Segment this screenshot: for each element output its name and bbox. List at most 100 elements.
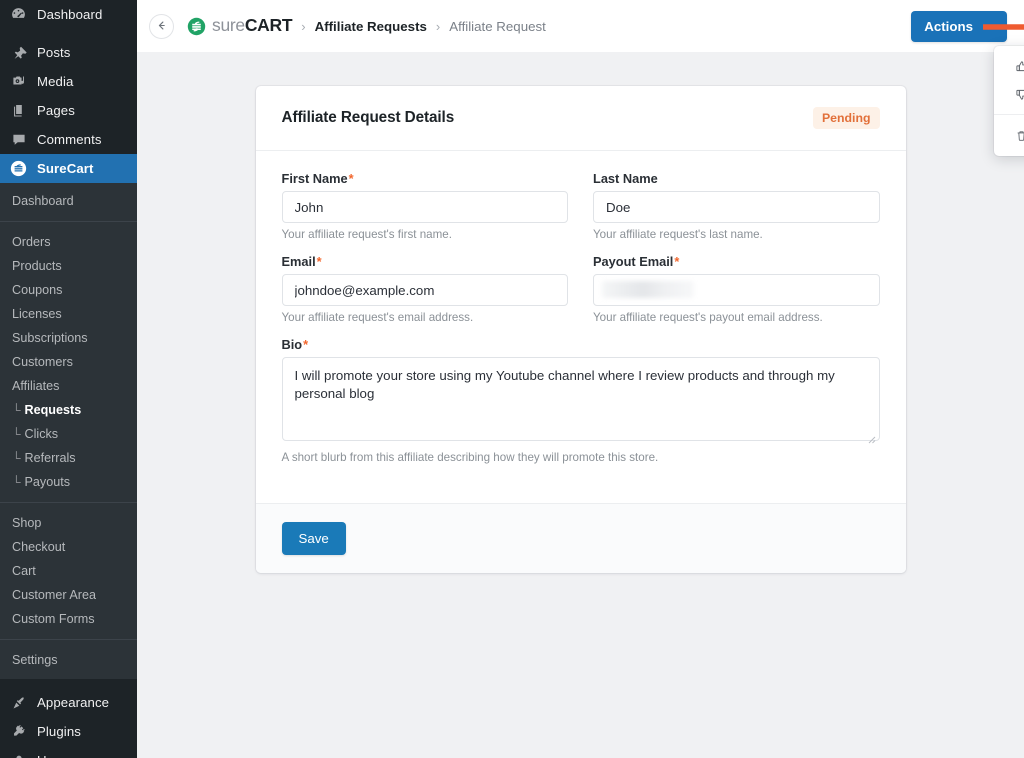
email-row: Email* Your affiliate request's email ad… bbox=[282, 254, 880, 337]
back-button[interactable] bbox=[149, 14, 174, 39]
last-name-group: Last Name Your affiliate request's last … bbox=[593, 171, 880, 254]
sidebar-item-label: Appearance bbox=[37, 695, 109, 710]
dropdown-item-approve[interactable]: Approve bbox=[994, 53, 1024, 80]
first-name-label: First Name* bbox=[282, 171, 569, 186]
dropdown-divider bbox=[994, 114, 1024, 115]
sidebar-item-label: Posts bbox=[37, 45, 70, 60]
first-name-help: Your affiliate request's first name. bbox=[282, 228, 569, 241]
sidebar-item-label: Pages bbox=[37, 103, 75, 118]
tree-elbow-icon: └ bbox=[12, 427, 21, 442]
breadcrumb-current: Affiliate Request bbox=[449, 19, 546, 34]
submenu-item-payouts[interactable]: └ Payouts bbox=[0, 470, 137, 494]
annotation-arrow-icon bbox=[983, 17, 1024, 37]
sidebar-item-label: Users bbox=[37, 753, 72, 758]
submenu-item-checkout[interactable]: Checkout bbox=[0, 535, 137, 559]
name-row: First Name* Your affiliate request's fir… bbox=[282, 171, 880, 254]
label-text: Email bbox=[282, 254, 316, 269]
payout-email-redacted-wrap bbox=[593, 274, 880, 306]
first-name-input[interactable] bbox=[282, 191, 569, 223]
wp-admin-sidebar: Dashboard Posts Media Pages Comments bbox=[0, 0, 137, 758]
surecart-logo[interactable]: sureCART bbox=[187, 17, 292, 36]
bio-help: A short blurb from this affiliate descri… bbox=[282, 451, 880, 464]
submenu-item-subscriptions[interactable]: Subscriptions bbox=[0, 326, 137, 350]
payout-email-group: Payout Email* Your affiliate request's p… bbox=[593, 254, 880, 337]
plugins-icon bbox=[9, 722, 28, 741]
brand-sure-text: sure bbox=[212, 15, 245, 35]
sidebar-item-label: Plugins bbox=[37, 724, 81, 739]
tree-elbow-icon: └ bbox=[12, 475, 21, 490]
breadcrumb-separator: › bbox=[301, 19, 305, 34]
sidebar-item-label: Dashboard bbox=[37, 7, 102, 22]
brand-cart-text: CART bbox=[245, 15, 292, 35]
required-marker: * bbox=[303, 337, 308, 352]
required-marker: * bbox=[317, 254, 322, 269]
submenu-item-custom-forms[interactable]: Custom Forms bbox=[0, 607, 137, 631]
label-text: First Name bbox=[282, 171, 348, 186]
submenu-item-label: Payouts bbox=[25, 474, 71, 490]
submenu-item-shop[interactable]: Shop bbox=[0, 511, 137, 535]
submenu-item-referrals[interactable]: └ Referrals bbox=[0, 446, 137, 470]
submenu-divider-2 bbox=[0, 502, 137, 503]
actions-dropdown-menu: Approve Deny Delete bbox=[994, 46, 1024, 156]
submenu-item-coupons[interactable]: Coupons bbox=[0, 278, 137, 302]
sidebar-item-media[interactable]: Media bbox=[0, 67, 137, 96]
payout-email-help: Your affiliate request's payout email ad… bbox=[593, 311, 880, 324]
submenu-item-settings[interactable]: Settings bbox=[0, 648, 137, 672]
submenu-item-licenses[interactable]: Licenses bbox=[0, 302, 137, 326]
submenu-item-requests[interactable]: └ Requests bbox=[0, 398, 137, 422]
save-button[interactable]: Save bbox=[282, 522, 346, 555]
email-label: Email* bbox=[282, 254, 569, 269]
breadcrumb-separator: › bbox=[436, 19, 440, 34]
main-region: sureCART › Affiliate Requests › Affiliat… bbox=[137, 0, 1024, 758]
submenu-item-products[interactable]: Products bbox=[0, 254, 137, 278]
email-input[interactable] bbox=[282, 274, 569, 306]
surecart-submenu: Dashboard Orders Products Coupons Licens… bbox=[0, 183, 137, 679]
dropdown-item-delete[interactable]: Delete bbox=[994, 122, 1024, 149]
bio-textarea[interactable] bbox=[282, 357, 880, 441]
submenu-item-clicks[interactable]: └ Clicks bbox=[0, 422, 137, 446]
sidebar-item-surecart[interactable]: SureCart bbox=[0, 154, 137, 183]
breadcrumb-affiliate-requests[interactable]: Affiliate Requests bbox=[315, 19, 427, 34]
submenu-item-customers[interactable]: Customers bbox=[0, 350, 137, 374]
submenu-item-cart[interactable]: Cart bbox=[0, 559, 137, 583]
actions-button-label: Actions bbox=[924, 19, 973, 34]
card-header: Affiliate Request Details Pending bbox=[256, 86, 906, 151]
last-name-help: Your affiliate request's last name. bbox=[593, 228, 880, 241]
sidebar-item-pages[interactable]: Pages bbox=[0, 96, 137, 125]
pin-icon bbox=[9, 43, 28, 62]
sidebar-item-plugins[interactable]: Plugins bbox=[0, 717, 137, 746]
dashboard-icon bbox=[9, 5, 28, 24]
sidebar-item-posts[interactable]: Posts bbox=[0, 38, 137, 67]
content-area: Affiliate Request Details Pending First … bbox=[137, 52, 1024, 573]
sidebar-item-comments[interactable]: Comments bbox=[0, 125, 137, 154]
email-group: Email* Your affiliate request's email ad… bbox=[282, 254, 569, 337]
submenu-item-customer-area[interactable]: Customer Area bbox=[0, 583, 137, 607]
label-text: Payout Email bbox=[593, 254, 673, 269]
last-name-input[interactable] bbox=[593, 191, 880, 223]
required-marker: * bbox=[674, 254, 679, 269]
required-marker: * bbox=[349, 171, 354, 186]
sidebar-item-dashboard[interactable]: Dashboard bbox=[0, 0, 137, 29]
sidebar-item-appearance[interactable]: Appearance bbox=[0, 688, 137, 717]
pages-icon bbox=[9, 101, 28, 120]
dropdown-item-deny[interactable]: Deny bbox=[994, 80, 1024, 107]
sidebar-item-users[interactable]: Users bbox=[0, 746, 137, 758]
media-icon bbox=[9, 72, 28, 91]
submenu-item-orders[interactable]: Orders bbox=[0, 230, 137, 254]
bio-label: Bio* bbox=[282, 337, 880, 352]
surecart-mark-icon bbox=[187, 17, 206, 36]
bio-group: Bio* A short blurb from this affiliate d… bbox=[282, 337, 880, 464]
sidebar-item-label: SureCart bbox=[37, 161, 94, 176]
label-text: Last Name bbox=[593, 171, 658, 186]
submenu-divider-1 bbox=[0, 221, 137, 222]
sidebar-item-label: Media bbox=[37, 74, 73, 89]
submenu-divider-3 bbox=[0, 639, 137, 640]
surecart-icon bbox=[9, 159, 28, 178]
sidebar-item-label: Comments bbox=[37, 132, 102, 147]
email-help: Your affiliate request's email address. bbox=[282, 311, 569, 324]
status-badge: Pending bbox=[813, 107, 880, 129]
submenu-item-affiliates[interactable]: Affiliates bbox=[0, 374, 137, 398]
card-body: First Name* Your affiliate request's fir… bbox=[256, 151, 906, 503]
users-icon bbox=[9, 751, 28, 758]
submenu-item-dashboard[interactable]: Dashboard bbox=[0, 189, 137, 213]
